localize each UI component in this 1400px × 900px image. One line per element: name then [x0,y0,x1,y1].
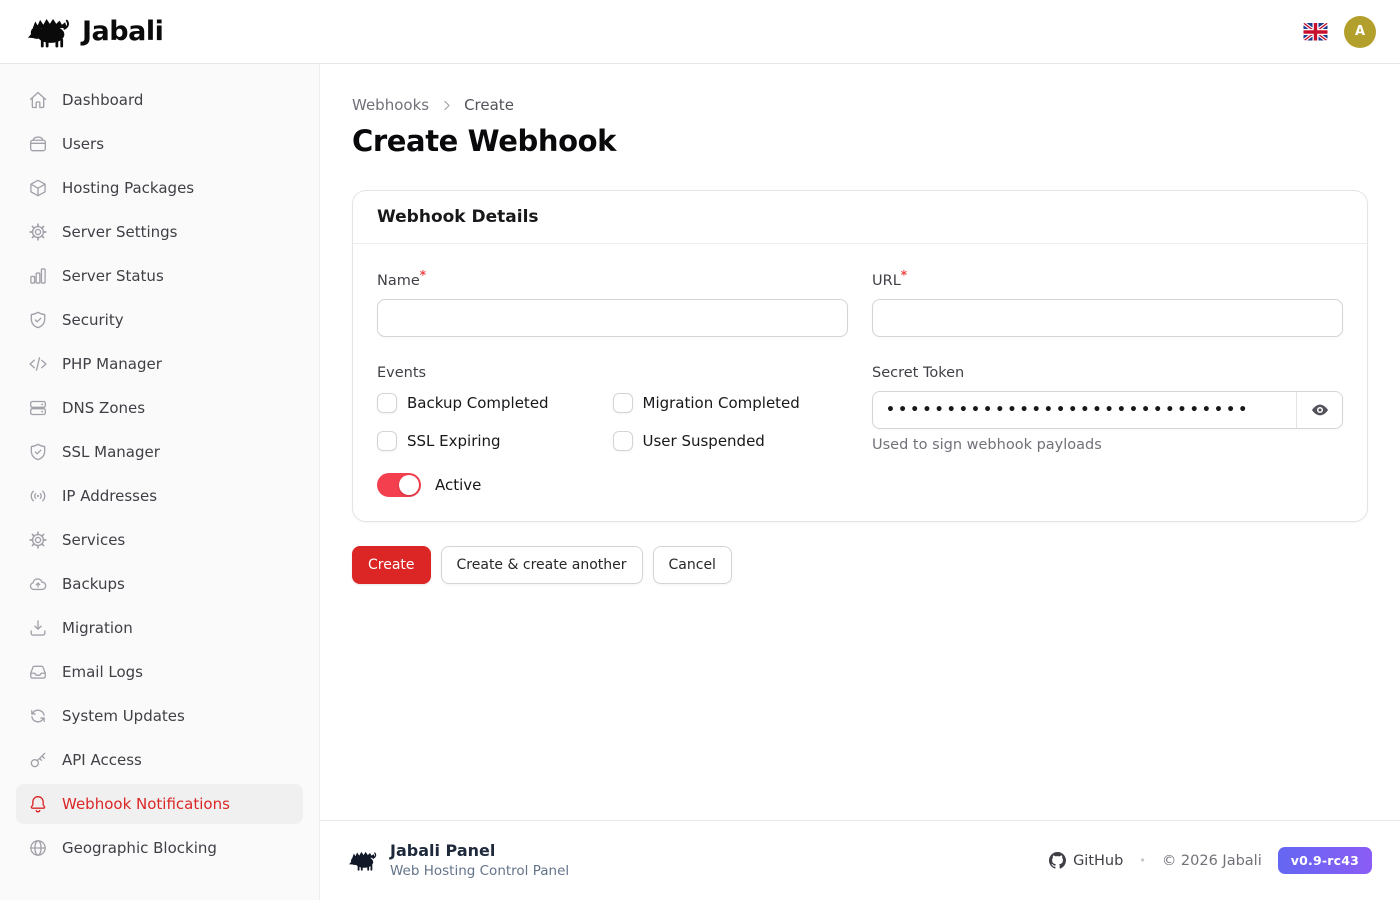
secret-token-input[interactable]: •••••••••••••••••••••••••••••• [873,392,1296,428]
card-title: Webhook Details [377,207,539,227]
secret-token-label: Secret Token [872,365,1343,381]
sidebar-item-ssl-manager[interactable]: SSL Manager [16,432,303,472]
page-title: Create Webhook [352,124,1368,158]
breadcrumb-current: Create [464,96,514,114]
bell-icon [28,794,48,814]
signal-icon [28,486,48,506]
events-field-group: Events Backup Completed Migration Comple… [377,365,848,497]
footer-subtitle: Web Hosting Control Panel [390,863,569,880]
active-toggle-row: Active [377,473,848,497]
bar-chart-icon [28,266,48,286]
sidebar-item-server-settings[interactable]: Server Settings [16,212,303,252]
url-field-group: URL* [872,268,1343,337]
eye-icon [1310,401,1330,419]
github-link[interactable]: GitHub [1049,852,1123,869]
required-asterisk: * [901,268,907,282]
checkbox[interactable] [377,431,397,451]
brand-logo-link[interactable]: Jabali [26,15,163,49]
footer-title: Jabali Panel [390,841,569,861]
sidebar-nav: Dashboard Users Hosting Packages Server … [0,64,320,900]
sidebar-item-email-logs[interactable]: Email Logs [16,652,303,692]
server-stack-icon [28,398,48,418]
sidebar-item-dashboard[interactable]: Dashboard [16,80,303,120]
sidebar-item-services[interactable]: Services [16,520,303,560]
name-input[interactable] [377,299,848,337]
checkbox[interactable] [613,431,633,451]
event-option-ssl-expiring[interactable]: SSL Expiring [377,431,613,451]
sidebar-item-security[interactable]: Security [16,300,303,340]
url-label: URL* [872,268,1343,289]
name-field-group: Name* [377,268,848,337]
sidebar-item-users[interactable]: Users [16,124,303,164]
dot-separator: • [1139,854,1146,867]
user-avatar[interactable]: A [1344,16,1376,48]
download-tray-icon [28,618,48,638]
home-icon [28,90,48,110]
key-icon [28,750,48,770]
shield-check-icon [28,442,48,462]
top-header: Jabali A [0,0,1400,64]
sidebar-item-hosting-packages[interactable]: Hosting Packages [16,168,303,208]
sidebar-item-geographic-blocking[interactable]: Geographic Blocking [16,828,303,868]
sidebar-item-backups[interactable]: Backups [16,564,303,604]
gear-icon [28,530,48,550]
inbox-icon [28,662,48,682]
breadcrumb-webhooks-link[interactable]: Webhooks [352,96,429,114]
footer: Jabali Panel Web Hosting Control Panel G… [320,820,1400,900]
sidebar-item-migration[interactable]: Migration [16,608,303,648]
event-option-user-suspended[interactable]: User Suspended [613,431,849,451]
sidebar-item-ip-addresses[interactable]: IP Addresses [16,476,303,516]
cube-icon [28,178,48,198]
name-label: Name* [377,268,848,289]
copyright: © 2026 Jabali [1162,853,1262,869]
sidebar-item-webhook-notifications[interactable]: Webhook Notifications [16,784,303,824]
checkbox[interactable] [613,393,633,413]
sidebar-item-server-status[interactable]: Server Status [16,256,303,296]
reveal-password-button[interactable] [1296,392,1342,428]
boar-icon [348,849,378,872]
event-option-backup-completed[interactable]: Backup Completed [377,393,613,413]
boar-icon [26,15,72,49]
active-label: Active [435,476,481,494]
refresh-icon [28,706,48,726]
github-icon [1049,852,1066,869]
version-badge: v0.9-rc43 [1278,847,1372,874]
chevron-right-icon [439,98,454,113]
gear-icon [28,222,48,242]
card-header: Webhook Details [353,191,1367,244]
code-icon [28,354,48,374]
url-input[interactable] [872,299,1343,337]
uk-flag-icon[interactable] [1303,23,1328,41]
create-and-create-another-button[interactable]: Create & create another [441,546,643,584]
globe-icon [28,838,48,858]
sidebar-item-php-manager[interactable]: PHP Manager [16,344,303,384]
sidebar-item-api-access[interactable]: API Access [16,740,303,780]
event-option-migration-completed[interactable]: Migration Completed [613,393,849,413]
active-toggle[interactable] [377,473,421,497]
app-window: Jabali A Dashboard [0,0,1400,900]
required-asterisk: * [420,268,426,282]
sidebar-item-dns-zones[interactable]: DNS Zones [16,388,303,428]
webhook-details-card: Webhook Details Name* URL* Events [352,190,1368,522]
shield-check-icon [28,310,48,330]
toggle-knob [399,475,419,495]
main-content: Webhooks Create Create Webhook Webhook D… [320,64,1400,820]
brand-name: Jabali [82,16,163,47]
wallet-icon [28,134,48,154]
secret-token-field-group: Secret Token •••••••••••••••••••••••••••… [872,365,1343,497]
breadcrumb: Webhooks Create [352,96,1368,114]
sidebar-item-system-updates[interactable]: System Updates [16,696,303,736]
create-button[interactable]: Create [352,546,431,584]
secret-token-helper: Used to sign webhook payloads [872,437,1343,453]
cancel-button[interactable]: Cancel [653,546,732,584]
cloud-upload-icon [28,574,48,594]
form-actions: Create Create & create another Cancel [352,546,1368,584]
checkbox[interactable] [377,393,397,413]
events-label: Events [377,365,848,381]
